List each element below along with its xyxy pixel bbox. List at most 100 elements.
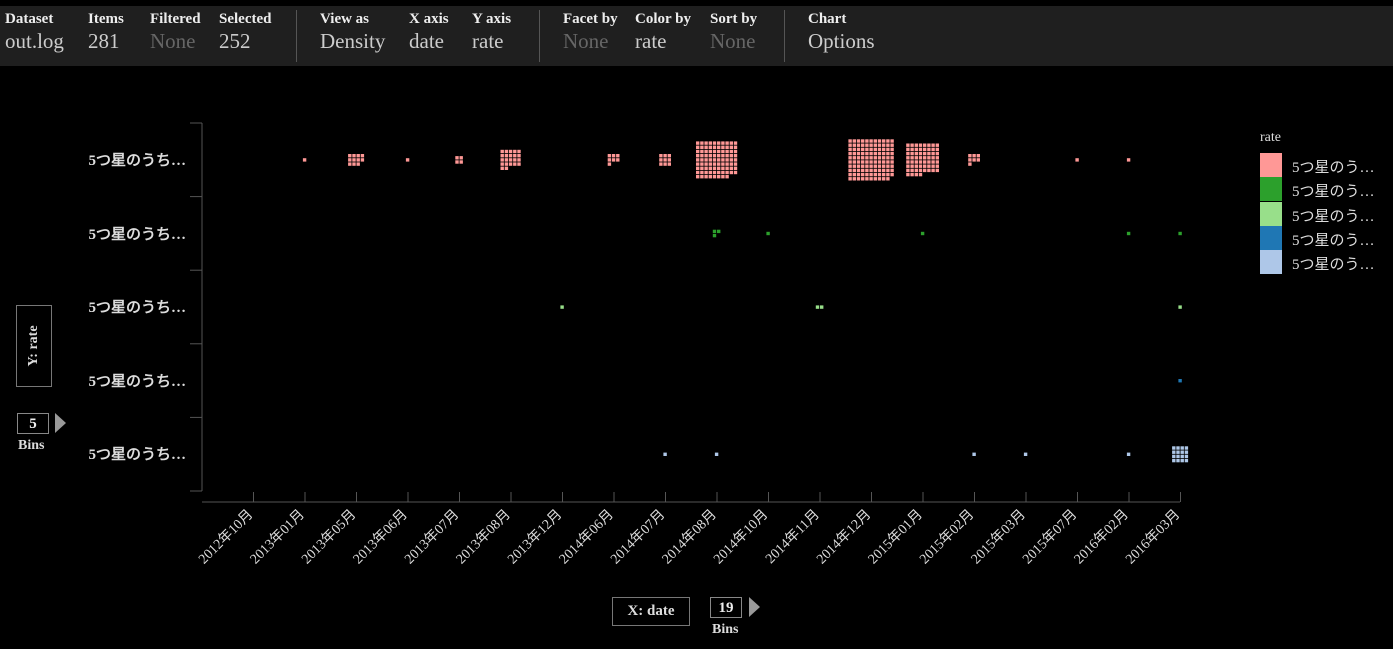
density-mark[interactable] — [923, 156, 927, 160]
density-mark[interactable] — [513, 149, 517, 154]
density-mark[interactable] — [815, 305, 820, 309]
density-mark[interactable] — [712, 170, 717, 175]
density-mark[interactable] — [708, 162, 712, 166]
density-mark[interactable] — [721, 149, 725, 154]
density-cell[interactable] — [455, 156, 463, 164]
density-mark[interactable] — [712, 233, 717, 238]
density-mark[interactable] — [852, 143, 856, 147]
density-mark[interactable] — [861, 172, 865, 177]
density-mark[interactable] — [1184, 450, 1189, 454]
density-mark[interactable] — [882, 177, 886, 181]
density-mark[interactable] — [914, 164, 918, 168]
density-mark[interactable] — [914, 156, 918, 160]
density-mark[interactable] — [910, 151, 914, 156]
density-mark[interactable] — [890, 143, 894, 147]
density-mark[interactable] — [704, 149, 708, 154]
density-mark[interactable] — [918, 172, 923, 177]
density-mark[interactable] — [935, 151, 939, 156]
density-mark[interactable] — [1178, 379, 1182, 383]
density-mark[interactable] — [861, 151, 865, 156]
density-mark[interactable] — [360, 158, 365, 162]
density-mark[interactable] — [920, 231, 925, 236]
density-mark[interactable] — [1172, 450, 1176, 454]
density-mark[interactable] — [700, 170, 704, 175]
density-mark[interactable] — [865, 168, 869, 173]
density-mark[interactable] — [856, 143, 861, 147]
density-mark[interactable] — [890, 151, 894, 156]
density-mark[interactable] — [708, 166, 712, 170]
density-mark[interactable] — [725, 162, 729, 166]
density-mark[interactable] — [500, 162, 504, 166]
density-mark[interactable] — [348, 154, 352, 158]
density-mark[interactable] — [1180, 454, 1184, 459]
density-mark[interactable] — [906, 151, 910, 156]
density-mark[interactable] — [721, 170, 725, 175]
density-mark[interactable] — [356, 162, 360, 166]
density-mark[interactable] — [931, 164, 935, 168]
density-mark[interactable] — [712, 154, 717, 158]
density-mark[interactable] — [914, 151, 918, 156]
density-mark[interactable] — [721, 145, 725, 149]
density-mark[interactable] — [931, 156, 935, 160]
density-mark[interactable] — [1172, 446, 1176, 450]
density-cell[interactable] — [1126, 158, 1131, 162]
x-bins-input[interactable]: 19 — [710, 597, 742, 618]
density-mark[interactable] — [873, 168, 877, 173]
density-mark[interactable] — [852, 160, 856, 164]
density-mark[interactable] — [914, 160, 918, 164]
density-mark[interactable] — [611, 158, 616, 162]
density-mark[interactable] — [667, 158, 671, 162]
density-mark[interactable] — [729, 145, 733, 149]
density-mark[interactable] — [976, 154, 980, 158]
density-mark[interactable] — [869, 164, 873, 168]
density-mark[interactable] — [914, 143, 918, 147]
density-mark[interactable] — [877, 164, 882, 168]
density-mark[interactable] — [869, 172, 873, 177]
density-mark[interactable] — [717, 141, 721, 145]
density-mark[interactable] — [886, 139, 890, 143]
density-mark[interactable] — [877, 168, 882, 173]
density-mark[interactable] — [708, 149, 712, 154]
density-mark[interactable] — [733, 154, 738, 158]
density-mark[interactable] — [696, 149, 700, 154]
density-mark[interactable] — [459, 160, 463, 164]
density-mark[interactable] — [1023, 452, 1028, 456]
density-mark[interactable] — [852, 147, 856, 152]
density-mark[interactable] — [659, 158, 663, 162]
density-mark[interactable] — [869, 151, 873, 156]
density-mark[interactable] — [667, 154, 671, 158]
density-mark[interactable] — [356, 154, 360, 158]
density-cell[interactable] — [1178, 231, 1182, 236]
density-mark[interactable] — [848, 143, 852, 147]
density-mark[interactable] — [700, 166, 704, 170]
density-mark[interactable] — [927, 160, 931, 164]
density-cell[interactable] — [1178, 379, 1182, 383]
density-mark[interactable] — [856, 151, 861, 156]
density-mark[interactable] — [852, 151, 856, 156]
density-mark[interactable] — [856, 147, 861, 152]
density-mark[interactable] — [1126, 231, 1131, 236]
density-mark[interactable] — [725, 158, 729, 162]
density-mark[interactable] — [696, 166, 700, 170]
density-mark[interactable] — [869, 143, 873, 147]
density-mark[interactable] — [717, 170, 721, 175]
density-mark[interactable] — [869, 147, 873, 152]
density-mark[interactable] — [1184, 446, 1189, 450]
density-mark[interactable] — [890, 160, 894, 164]
density-mark[interactable] — [865, 147, 869, 152]
density-mark[interactable] — [890, 147, 894, 152]
density-mark[interactable] — [611, 154, 616, 158]
density-mark[interactable] — [918, 164, 923, 168]
density-mark[interactable] — [873, 143, 877, 147]
density-mark[interactable] — [1075, 158, 1079, 162]
density-mark[interactable] — [504, 162, 509, 166]
density-mark[interactable] — [873, 139, 877, 143]
density-mark[interactable] — [882, 139, 886, 143]
density-mark[interactable] — [504, 149, 509, 154]
density-mark[interactable] — [918, 160, 923, 164]
density-mark[interactable] — [906, 164, 910, 168]
density-mark[interactable] — [890, 156, 894, 160]
density-mark[interactable] — [700, 175, 704, 179]
density-mark[interactable] — [704, 154, 708, 158]
density-mark[interactable] — [931, 151, 935, 156]
